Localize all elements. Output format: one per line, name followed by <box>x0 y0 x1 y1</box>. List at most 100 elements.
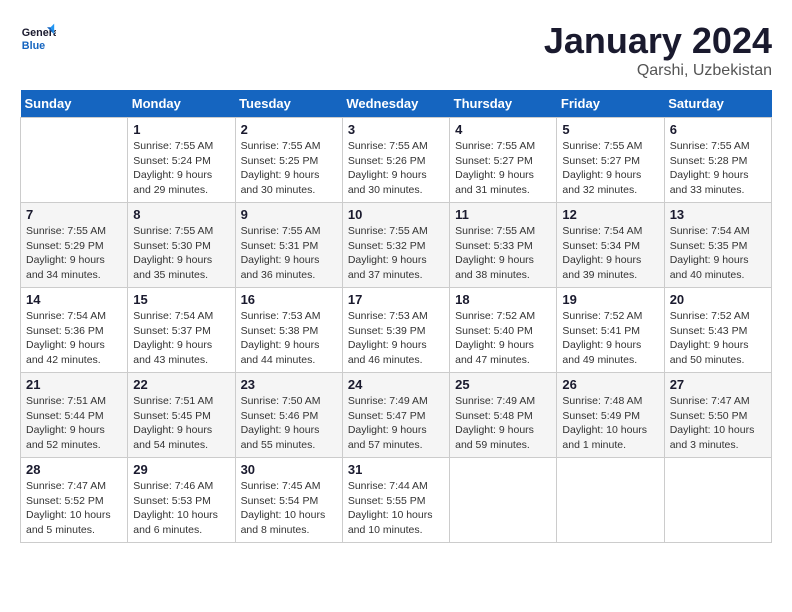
weekday-header-monday: Monday <box>128 90 235 118</box>
calendar-week-4: 21 Sunrise: 7:51 AMSunset: 5:44 PMDaylig… <box>21 373 772 458</box>
calendar-cell: 7 Sunrise: 7:55 AMSunset: 5:29 PMDayligh… <box>21 203 128 288</box>
calendar-week-1: 1 Sunrise: 7:55 AMSunset: 5:24 PMDayligh… <box>21 118 772 203</box>
day-info: Sunrise: 7:52 AMSunset: 5:40 PMDaylight:… <box>455 309 551 368</box>
day-number: 22 <box>133 377 229 392</box>
day-number: 19 <box>562 292 658 307</box>
calendar-cell: 2 Sunrise: 7:55 AMSunset: 5:25 PMDayligh… <box>235 118 342 203</box>
calendar-cell: 15 Sunrise: 7:54 AMSunset: 5:37 PMDaylig… <box>128 288 235 373</box>
weekday-header-sunday: Sunday <box>21 90 128 118</box>
day-number: 15 <box>133 292 229 307</box>
weekday-header-wednesday: Wednesday <box>342 90 449 118</box>
day-number: 21 <box>26 377 122 392</box>
calendar-cell: 1 Sunrise: 7:55 AMSunset: 5:24 PMDayligh… <box>128 118 235 203</box>
day-number: 1 <box>133 122 229 137</box>
calendar-cell: 4 Sunrise: 7:55 AMSunset: 5:27 PMDayligh… <box>450 118 557 203</box>
day-info: Sunrise: 7:53 AMSunset: 5:39 PMDaylight:… <box>348 309 444 368</box>
day-info: Sunrise: 7:46 AMSunset: 5:53 PMDaylight:… <box>133 479 229 538</box>
day-info: Sunrise: 7:55 AMSunset: 5:29 PMDaylight:… <box>26 224 122 283</box>
calendar-cell: 3 Sunrise: 7:55 AMSunset: 5:26 PMDayligh… <box>342 118 449 203</box>
calendar-cell: 28 Sunrise: 7:47 AMSunset: 5:52 PMDaylig… <box>21 458 128 543</box>
calendar-cell: 22 Sunrise: 7:51 AMSunset: 5:45 PMDaylig… <box>128 373 235 458</box>
month-title: January 2024 <box>544 20 772 62</box>
logo: General Blue <box>20 20 56 56</box>
day-number: 4 <box>455 122 551 137</box>
calendar-cell: 21 Sunrise: 7:51 AMSunset: 5:44 PMDaylig… <box>21 373 128 458</box>
day-number: 5 <box>562 122 658 137</box>
day-number: 30 <box>241 462 337 477</box>
day-number: 20 <box>670 292 766 307</box>
calendar-cell: 24 Sunrise: 7:49 AMSunset: 5:47 PMDaylig… <box>342 373 449 458</box>
day-info: Sunrise: 7:50 AMSunset: 5:46 PMDaylight:… <box>241 394 337 453</box>
day-number: 17 <box>348 292 444 307</box>
calendar-cell: 26 Sunrise: 7:48 AMSunset: 5:49 PMDaylig… <box>557 373 664 458</box>
day-number: 11 <box>455 207 551 222</box>
calendar-cell: 27 Sunrise: 7:47 AMSunset: 5:50 PMDaylig… <box>664 373 771 458</box>
day-info: Sunrise: 7:55 AMSunset: 5:26 PMDaylight:… <box>348 139 444 198</box>
svg-text:Blue: Blue <box>22 40 45 52</box>
day-info: Sunrise: 7:47 AMSunset: 5:50 PMDaylight:… <box>670 394 766 453</box>
calendar-body: 1 Sunrise: 7:55 AMSunset: 5:24 PMDayligh… <box>21 118 772 543</box>
day-info: Sunrise: 7:45 AMSunset: 5:54 PMDaylight:… <box>241 479 337 538</box>
day-info: Sunrise: 7:55 AMSunset: 5:30 PMDaylight:… <box>133 224 229 283</box>
day-info: Sunrise: 7:55 AMSunset: 5:25 PMDaylight:… <box>241 139 337 198</box>
calendar-header: SundayMondayTuesdayWednesdayThursdayFrid… <box>21 90 772 118</box>
calendar-cell: 25 Sunrise: 7:49 AMSunset: 5:48 PMDaylig… <box>450 373 557 458</box>
day-number: 2 <box>241 122 337 137</box>
day-number: 3 <box>348 122 444 137</box>
day-info: Sunrise: 7:49 AMSunset: 5:48 PMDaylight:… <box>455 394 551 453</box>
calendar-cell: 20 Sunrise: 7:52 AMSunset: 5:43 PMDaylig… <box>664 288 771 373</box>
day-number: 26 <box>562 377 658 392</box>
day-number: 31 <box>348 462 444 477</box>
day-number: 6 <box>670 122 766 137</box>
day-info: Sunrise: 7:51 AMSunset: 5:45 PMDaylight:… <box>133 394 229 453</box>
day-info: Sunrise: 7:55 AMSunset: 5:28 PMDaylight:… <box>670 139 766 198</box>
calendar-cell: 6 Sunrise: 7:55 AMSunset: 5:28 PMDayligh… <box>664 118 771 203</box>
calendar-week-3: 14 Sunrise: 7:54 AMSunset: 5:36 PMDaylig… <box>21 288 772 373</box>
day-info: Sunrise: 7:54 AMSunset: 5:37 PMDaylight:… <box>133 309 229 368</box>
day-info: Sunrise: 7:55 AMSunset: 5:27 PMDaylight:… <box>455 139 551 198</box>
day-info: Sunrise: 7:51 AMSunset: 5:44 PMDaylight:… <box>26 394 122 453</box>
calendar-cell: 8 Sunrise: 7:55 AMSunset: 5:30 PMDayligh… <box>128 203 235 288</box>
day-info: Sunrise: 7:52 AMSunset: 5:41 PMDaylight:… <box>562 309 658 368</box>
weekday-header-tuesday: Tuesday <box>235 90 342 118</box>
calendar-cell <box>21 118 128 203</box>
logo-icon: General Blue <box>20 20 56 56</box>
calendar-cell: 19 Sunrise: 7:52 AMSunset: 5:41 PMDaylig… <box>557 288 664 373</box>
calendar-cell: 17 Sunrise: 7:53 AMSunset: 5:39 PMDaylig… <box>342 288 449 373</box>
day-number: 23 <box>241 377 337 392</box>
day-number: 24 <box>348 377 444 392</box>
day-number: 8 <box>133 207 229 222</box>
calendar-cell <box>664 458 771 543</box>
day-number: 28 <box>26 462 122 477</box>
day-number: 10 <box>348 207 444 222</box>
day-number: 29 <box>133 462 229 477</box>
day-number: 13 <box>670 207 766 222</box>
calendar-week-5: 28 Sunrise: 7:47 AMSunset: 5:52 PMDaylig… <box>21 458 772 543</box>
weekday-header-row: SundayMondayTuesdayWednesdayThursdayFrid… <box>21 90 772 118</box>
calendar-cell: 16 Sunrise: 7:53 AMSunset: 5:38 PMDaylig… <box>235 288 342 373</box>
day-number: 25 <box>455 377 551 392</box>
calendar-cell <box>450 458 557 543</box>
day-info: Sunrise: 7:54 AMSunset: 5:34 PMDaylight:… <box>562 224 658 283</box>
weekday-header-thursday: Thursday <box>450 90 557 118</box>
day-info: Sunrise: 7:44 AMSunset: 5:55 PMDaylight:… <box>348 479 444 538</box>
calendar-cell: 5 Sunrise: 7:55 AMSunset: 5:27 PMDayligh… <box>557 118 664 203</box>
calendar-table: SundayMondayTuesdayWednesdayThursdayFrid… <box>20 90 772 543</box>
day-number: 27 <box>670 377 766 392</box>
day-info: Sunrise: 7:55 AMSunset: 5:32 PMDaylight:… <box>348 224 444 283</box>
calendar-cell: 12 Sunrise: 7:54 AMSunset: 5:34 PMDaylig… <box>557 203 664 288</box>
day-info: Sunrise: 7:54 AMSunset: 5:36 PMDaylight:… <box>26 309 122 368</box>
day-number: 16 <box>241 292 337 307</box>
day-number: 9 <box>241 207 337 222</box>
day-info: Sunrise: 7:49 AMSunset: 5:47 PMDaylight:… <box>348 394 444 453</box>
calendar-cell: 30 Sunrise: 7:45 AMSunset: 5:54 PMDaylig… <box>235 458 342 543</box>
day-info: Sunrise: 7:55 AMSunset: 5:24 PMDaylight:… <box>133 139 229 198</box>
location-title: Qarshi, Uzbekistan <box>544 62 772 80</box>
calendar-cell <box>557 458 664 543</box>
title-block: January 2024 Qarshi, Uzbekistan <box>544 20 772 80</box>
weekday-header-friday: Friday <box>557 90 664 118</box>
calendar-cell: 13 Sunrise: 7:54 AMSunset: 5:35 PMDaylig… <box>664 203 771 288</box>
day-info: Sunrise: 7:47 AMSunset: 5:52 PMDaylight:… <box>26 479 122 538</box>
day-info: Sunrise: 7:55 AMSunset: 5:31 PMDaylight:… <box>241 224 337 283</box>
day-number: 18 <box>455 292 551 307</box>
